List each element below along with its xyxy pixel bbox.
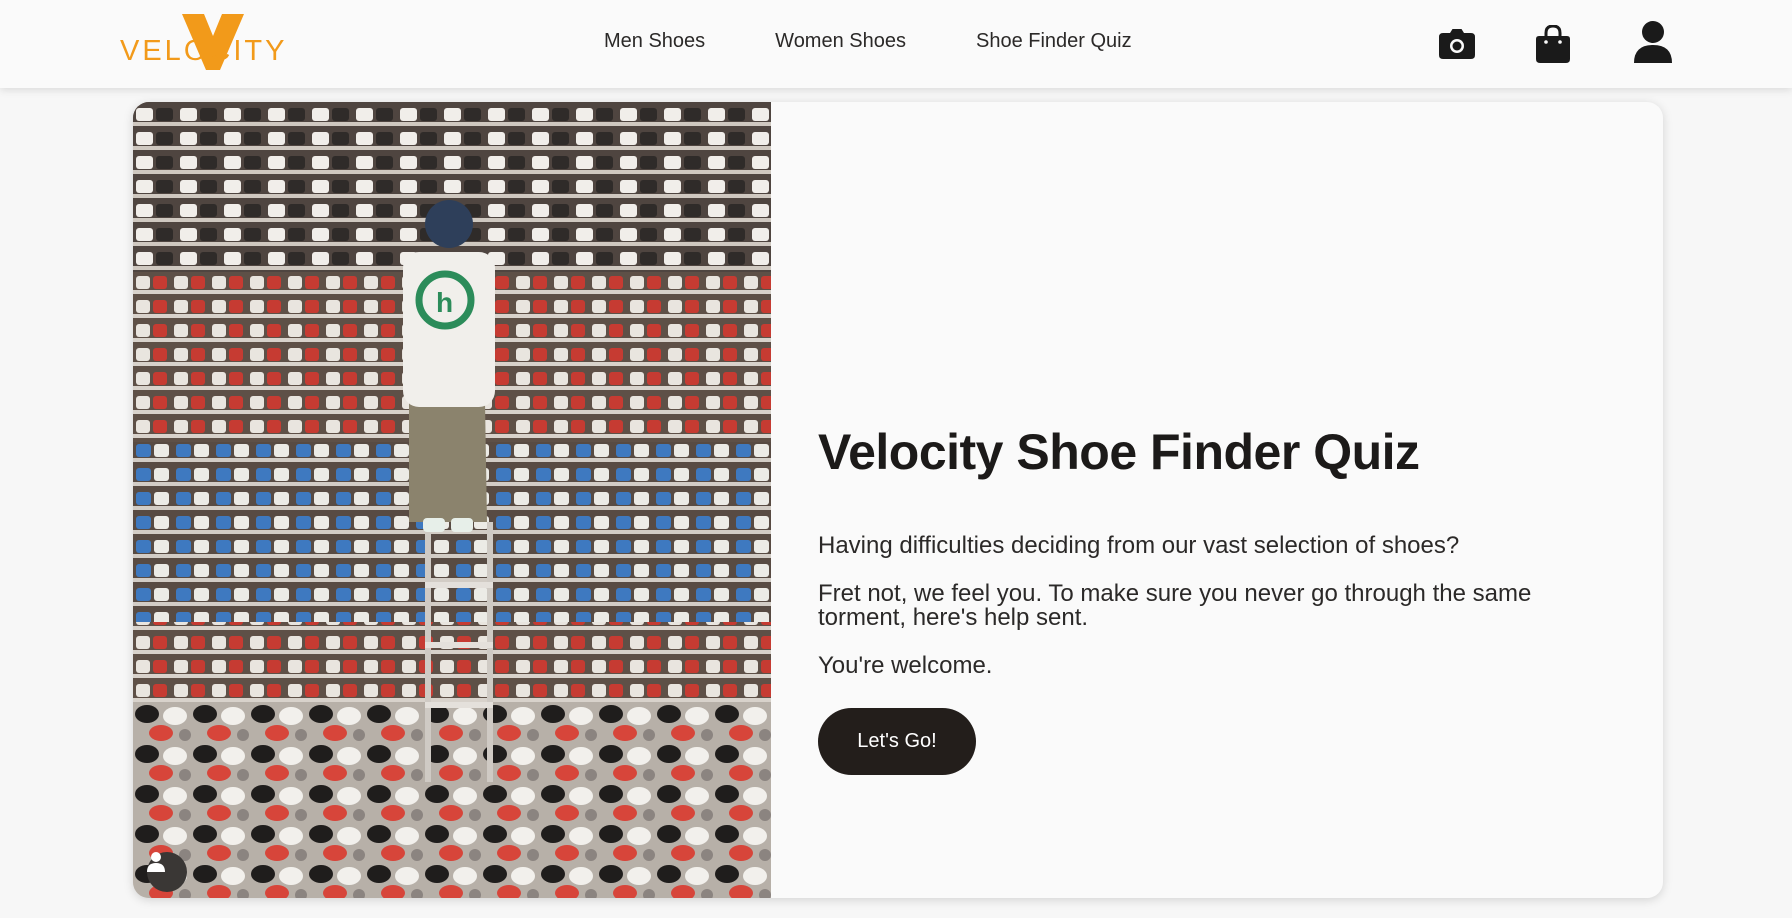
quiz-intro: Velocity Shoe Finder Quiz Having difficu… xyxy=(818,322,1578,775)
account-button[interactable] xyxy=(1633,21,1673,63)
velocity-logo[interactable]: VELOCITY xyxy=(120,14,316,70)
quiz-hero-card: h Velocity Shoe Finder Quiz Having diffi… xyxy=(133,102,1663,898)
hero-image: h xyxy=(133,102,771,898)
intro-paragraph-2: Fret not, we feel you. To make sure you … xyxy=(818,580,1532,631)
shopping-bag-button[interactable] xyxy=(1533,24,1573,64)
camera-icon xyxy=(1439,29,1475,59)
intro-paragraph-1: Having difficulties deciding from our va… xyxy=(818,532,1460,559)
camera-button[interactable] xyxy=(1437,24,1477,64)
user-icon xyxy=(1634,21,1672,63)
site-header: VELOCITY Men Shoes Women Shoes Shoe Find… xyxy=(0,0,1792,88)
svg-text:h: h xyxy=(436,287,453,318)
shopping-bag-icon xyxy=(1536,25,1570,63)
lets-go-button[interactable]: Let's Go! xyxy=(818,708,976,775)
nav-men-shoes[interactable]: Men Shoes xyxy=(604,30,705,58)
nav-women-shoes[interactable]: Women Shoes xyxy=(775,30,906,58)
nav-shoe-finder-quiz[interactable]: Shoe Finder Quiz xyxy=(976,30,1132,58)
profile-avatar-bubble[interactable] xyxy=(147,852,187,892)
person-icon xyxy=(147,852,165,872)
page-title: Velocity Shoe Finder Quiz xyxy=(818,424,1420,480)
logo-wordmark: VELOCITY xyxy=(120,34,288,67)
main-nav: Men Shoes Women Shoes Shoe Finder Quiz xyxy=(604,30,1132,58)
sneaker-wall-illustration: h xyxy=(133,102,771,898)
intro-paragraph-3: You're welcome. xyxy=(818,652,993,679)
